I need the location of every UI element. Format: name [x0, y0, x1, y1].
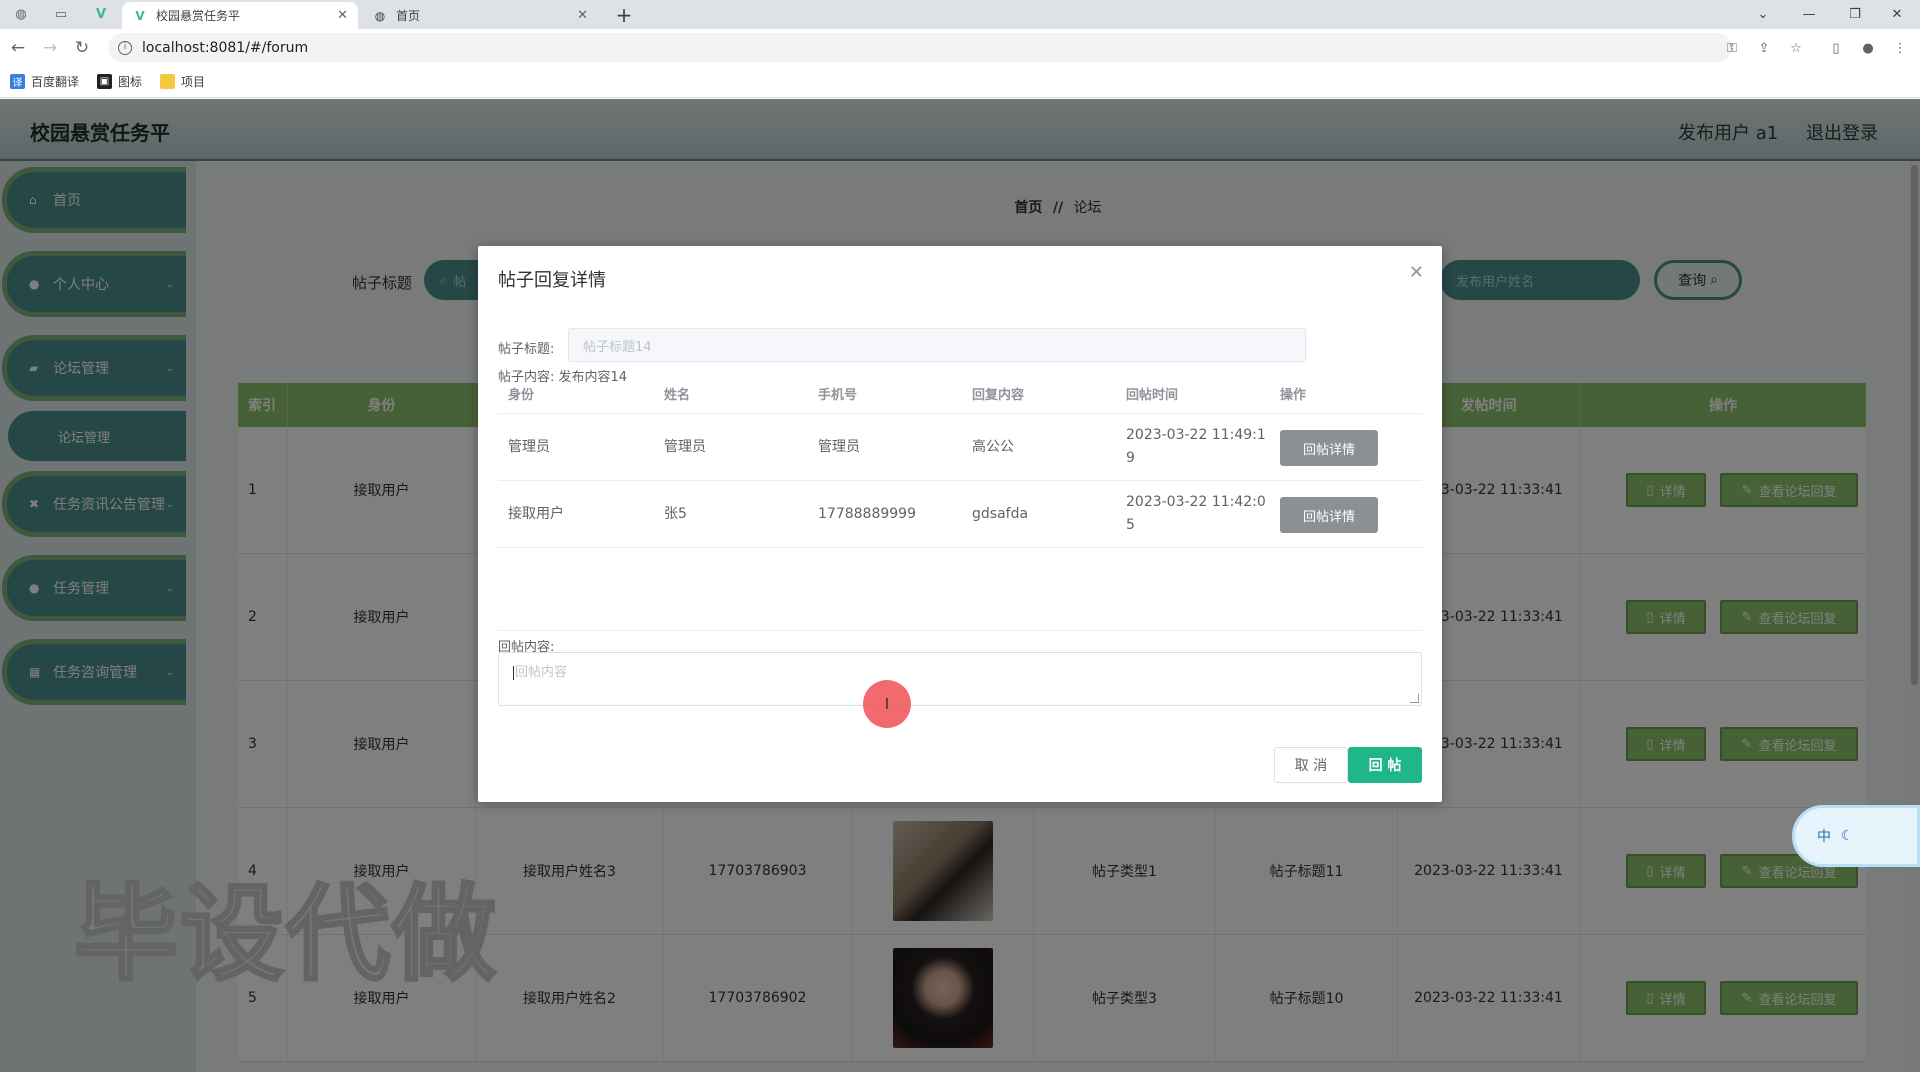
- vue-logo-icon: V: [135, 8, 145, 23]
- tab-active[interactable]: V 校园悬赏任务平 ✕: [122, 2, 358, 29]
- app-root: 校园悬赏任务平 发布用户 a1 退出登录 ⌂ 首页 ● 个人中心 ⌄ ▰ 论坛管…: [0, 99, 1920, 1072]
- window-close-icon[interactable]: ✕: [1874, 0, 1920, 29]
- close-icon[interactable]: ✕: [1409, 262, 1424, 283]
- reply-content-textarea[interactable]: 回帖内容: [498, 652, 1422, 706]
- restore-icon[interactable]: ❐: [1832, 0, 1878, 29]
- forward-icon[interactable]: →: [38, 36, 62, 60]
- bookmark-label: 项目: [181, 75, 206, 89]
- blank-tab-icon[interactable]: ▭: [48, 4, 74, 25]
- post-content-value: 发布内容14: [558, 370, 628, 385]
- textarea-placeholder: 回帖内容: [515, 665, 568, 680]
- tab-title: 校园悬赏任务平: [156, 9, 241, 23]
- reply-time: 2023-03-22 11:42:0 5: [1126, 481, 1266, 547]
- click-indicator: I: [863, 680, 911, 728]
- menu-icon[interactable]: ⋮: [1890, 38, 1910, 58]
- reply-col-role: 身份: [508, 387, 535, 403]
- bookmark-label: 图标: [118, 75, 143, 89]
- dialog-title: 帖子回复详情: [498, 270, 606, 291]
- folder-icon: [160, 74, 176, 89]
- reply-time-line1: 2023-03-22 11:42:0: [1126, 494, 1266, 510]
- close-icon[interactable]: ✕: [337, 8, 348, 23]
- reply-col-time: 回帖时间: [1126, 387, 1179, 403]
- sidepanel-icon[interactable]: ▯: [1826, 38, 1846, 58]
- url-field[interactable]: i localhost:8081/#/forum: [108, 33, 1732, 62]
- cancel-button[interactable]: 取 消: [1274, 747, 1348, 783]
- submit-reply-button[interactable]: 回 帖: [1348, 747, 1422, 783]
- vue-tab-icon[interactable]: V: [88, 4, 114, 25]
- globe-icon: ◍: [374, 8, 386, 23]
- bookmark-project[interactable]: 项目: [160, 73, 205, 90]
- minimize-icon[interactable]: —: [1786, 0, 1832, 29]
- back-icon[interactable]: ←: [6, 36, 30, 60]
- reload-icon[interactable]: ↻: [70, 36, 94, 60]
- reply-time-line1: 2023-03-22 11:49:1: [1126, 427, 1266, 443]
- close-icon[interactable]: ✕: [577, 8, 588, 23]
- reply-detail-dialog: 帖子回复详情 ✕ 帖子标题: 帖子标题14 帖子内容: 发布内容14 身份 姓名…: [478, 246, 1442, 802]
- new-tab-icon[interactable]: +: [612, 3, 636, 27]
- text-caret: [513, 665, 514, 680]
- reply-role: 接取用户: [508, 505, 564, 522]
- ime-widget[interactable]: 中 ☾: [1792, 805, 1920, 867]
- reply-col-content: 回复内容: [972, 387, 1025, 403]
- reply-role: 管理员: [508, 438, 550, 455]
- moon-icon: ☾: [1841, 828, 1854, 844]
- reply-detail-button[interactable]: 回帖详情: [1280, 497, 1378, 533]
- resize-handle-icon[interactable]: [1410, 694, 1419, 703]
- bookmark-icons[interactable]: ▣ 图标: [97, 73, 142, 90]
- reply-col-name: 姓名: [664, 387, 691, 403]
- reply-time-line2: 5: [1126, 517, 1135, 533]
- tab-search-icon[interactable]: ⌄: [1740, 0, 1786, 29]
- image-icon: ▣: [97, 74, 113, 89]
- table-row: 管理员 管理员 管理员 高公公 2023-03-22 11:49:1 9 回帖详…: [498, 414, 1422, 481]
- profile-icon[interactable]: ●: [1858, 38, 1878, 58]
- share-icon[interactable]: ⇪: [1754, 38, 1774, 58]
- address-bar: ← → ↻ i localhost:8081/#/forum ⚿ ⇪ ☆ ▯ ●…: [0, 29, 1920, 66]
- reply-time-line2: 9: [1126, 450, 1135, 466]
- post-title-label: 帖子标题:: [498, 342, 555, 357]
- browser-tab-strip: ◍ ▭ V V 校园悬赏任务平 ✕ ◍ 首页 ✕ + ⌄ — ❐ ✕: [0, 0, 1920, 29]
- post-title-value: 帖子标题14: [583, 339, 652, 355]
- reply-phone: 管理员: [818, 438, 860, 455]
- reply-col-action: 操作: [1280, 387, 1307, 403]
- url-text: localhost:8081/#/forum: [142, 39, 309, 56]
- bookmark-label: 百度翻译: [31, 75, 80, 89]
- star-icon[interactable]: ☆: [1786, 38, 1806, 58]
- table-row: 接取用户 张5 17788889999 gdsafda 2023-03-22 1…: [498, 481, 1422, 548]
- reply-name: 张5: [664, 505, 687, 522]
- reply-name: 管理员: [664, 438, 706, 455]
- tab-title: 首页: [396, 9, 421, 23]
- ime-label: 中: [1817, 829, 1831, 845]
- tab-home[interactable]: ◍ 首页 ✕: [362, 2, 598, 29]
- reply-time: 2023-03-22 11:49:1 9: [1126, 414, 1266, 480]
- reply-col-phone: 手机号: [818, 387, 858, 403]
- reply-content: 高公公: [972, 438, 1014, 455]
- bookmark-translate[interactable]: 译 百度翻译: [10, 73, 79, 90]
- info-icon[interactable]: i: [118, 40, 132, 55]
- key-icon[interactable]: ⚿: [1722, 38, 1742, 58]
- globe-icon[interactable]: ◍: [8, 4, 34, 25]
- bookmarks-bar: 译 百度翻译 ▣ 图标 项目: [0, 66, 1920, 98]
- divider: [498, 630, 1422, 631]
- reply-content: gdsafda: [972, 505, 1029, 522]
- reply-phone: 17788889999: [818, 505, 916, 522]
- reply-detail-button[interactable]: 回帖详情: [1280, 430, 1378, 466]
- post-title-input: 帖子标题14: [568, 328, 1306, 362]
- translate-icon: 译: [10, 74, 25, 89]
